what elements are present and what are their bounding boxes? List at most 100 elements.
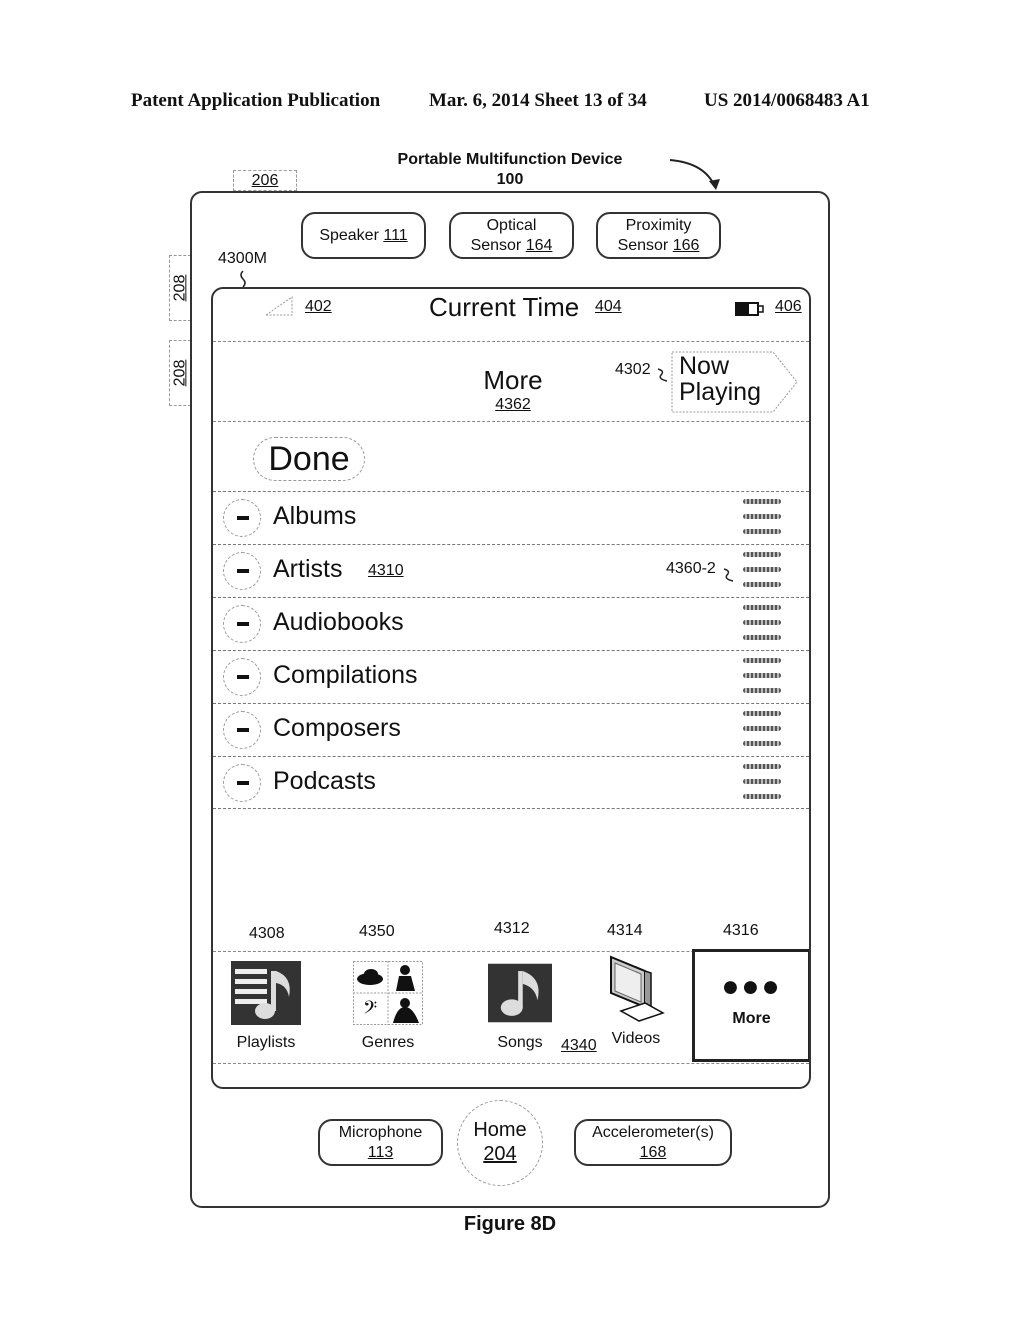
microphone-pill: Microphone 113 xyxy=(318,1119,443,1166)
delete-minus-icon[interactable] xyxy=(223,658,261,696)
music-note-icon xyxy=(488,963,552,1023)
screen-ref-leader-icon xyxy=(240,270,246,288)
side-button-upper[interactable]: 208 xyxy=(169,255,191,321)
delete-minus-icon[interactable] xyxy=(223,499,261,537)
now-playing-ref: 4302 xyxy=(615,361,651,378)
genres-icon: 𝄢 xyxy=(353,961,423,1025)
speaker-label: Speaker xyxy=(319,226,379,244)
genres-ref: 4350 xyxy=(359,923,395,940)
proximity-sensor-label2: Sensor xyxy=(617,236,669,254)
list-item-podcasts[interactable]: Podcasts xyxy=(213,756,809,809)
tab-playlists[interactable]: Playlists xyxy=(221,961,311,1052)
microphone-ref: 113 xyxy=(367,1143,394,1161)
tab-label: Playlists xyxy=(236,1034,296,1051)
now-playing-line1: Now xyxy=(679,352,730,380)
side-button-lower[interactable]: 208 xyxy=(169,340,191,406)
delete-minus-icon[interactable] xyxy=(223,764,261,802)
tab-songs[interactable]: Songs xyxy=(475,961,565,1052)
done-button[interactable]: Done xyxy=(253,437,365,481)
device-title: Portable Multifunction Device 100 xyxy=(360,150,660,190)
delete-minus-icon[interactable] xyxy=(223,711,261,749)
ref-206-label: 206 xyxy=(233,170,297,191)
optical-sensor-label: Optical xyxy=(486,216,537,234)
grip-ref-leader-icon xyxy=(723,568,734,582)
signal-strength-icon xyxy=(265,296,293,316)
optical-sensor-pill: Optical Sensor 164 xyxy=(449,212,574,259)
publication-type: Patent Application Publication xyxy=(131,90,381,111)
list-item-label: Composers xyxy=(273,714,401,742)
touch-screen: 402 Current Time 404 406 More 4362 4302 … xyxy=(211,287,811,1089)
time-ref: 404 xyxy=(595,298,622,315)
videos-ref: 4314 xyxy=(607,922,643,939)
proximity-sensor-ref: 166 xyxy=(672,236,700,254)
tab-label: More xyxy=(732,1010,771,1027)
list-item-label: Compilations xyxy=(273,661,418,689)
now-playing-label: Now Playing xyxy=(679,353,761,405)
battery-ref: 406 xyxy=(775,298,802,315)
screen-ref: 4300M xyxy=(218,250,267,267)
nav-title-text: More xyxy=(483,365,543,395)
accelerometer-pill: Accelerometer(s) 168 xyxy=(574,1119,732,1166)
optical-sensor-label2: Sensor xyxy=(470,236,522,254)
tv-icon xyxy=(610,955,665,1022)
signal-ref: 402 xyxy=(305,298,332,315)
list-item-label: Artists xyxy=(273,555,343,583)
tab-label: Genres xyxy=(361,1034,415,1051)
home-ref: 204 xyxy=(483,1143,517,1165)
nav-bar-divider xyxy=(213,341,809,342)
accelerometer-label: Accelerometer(s) xyxy=(592,1123,714,1141)
side-button-ref: 208 xyxy=(171,359,189,387)
device-pointer-arrow-icon xyxy=(669,159,720,190)
tab-more[interactable]: ●●● More xyxy=(692,949,809,1062)
tab-label: Songs xyxy=(497,1034,543,1051)
reorder-grip-icon[interactable] xyxy=(743,764,781,804)
speaker-ref: 111 xyxy=(383,226,408,244)
device-ref: 100 xyxy=(496,171,524,188)
reorder-grip-icon[interactable] xyxy=(743,499,781,539)
proximity-sensor-pill: Proximity Sensor 166 xyxy=(596,212,721,259)
now-playing-button[interactable]: Now Playing xyxy=(671,351,799,413)
device-title-text: Portable Multifunction Device xyxy=(397,151,623,168)
list-item-artists[interactable]: Artists 4310 4360-2 xyxy=(213,544,809,597)
accelerometer-ref: 168 xyxy=(639,1143,667,1161)
list-item-compilations[interactable]: Compilations xyxy=(213,650,809,703)
battery-icon xyxy=(735,302,764,316)
microphone-label: Microphone xyxy=(338,1123,423,1141)
list-item-composers[interactable]: Composers xyxy=(213,703,809,756)
reorder-grip-icon[interactable] xyxy=(743,658,781,698)
list-item-label: Albums xyxy=(273,502,357,530)
songs-ref: 4312 xyxy=(494,920,530,937)
more-ref: 4316 xyxy=(723,922,759,939)
now-playing-leader-icon xyxy=(657,368,668,382)
tab-bar-bottom-divider xyxy=(213,1063,809,1064)
nav-title: More 4362 xyxy=(453,365,573,414)
proximity-sensor-label: Proximity xyxy=(625,216,692,234)
list-item-audiobooks[interactable]: Audiobooks xyxy=(213,597,809,650)
playlist-icon xyxy=(231,961,301,1025)
ellipsis-icon: ●●● xyxy=(721,970,782,1003)
delete-minus-icon[interactable] xyxy=(223,552,261,590)
reorder-grip-icon[interactable] xyxy=(743,711,781,751)
grip-ref: 4360-2 xyxy=(666,560,716,577)
list-item-albums[interactable]: Albums xyxy=(213,491,809,544)
speaker-pill: Speaker 111 xyxy=(301,212,426,259)
list-item-label: Podcasts xyxy=(273,767,376,795)
now-playing-line2: Playing xyxy=(679,378,761,406)
reorder-grip-icon[interactable] xyxy=(743,605,781,645)
side-button-ref: 208 xyxy=(171,274,189,302)
tab-label: Videos xyxy=(611,1030,661,1047)
artists-ref: 4310 xyxy=(368,562,404,579)
reorder-grip-icon[interactable] xyxy=(743,552,781,592)
nav-bar-bottom-divider xyxy=(213,421,809,422)
nav-title-ref: 4362 xyxy=(495,396,531,413)
list-item-label: Audiobooks xyxy=(273,608,404,636)
svg-text:𝄢: 𝄢 xyxy=(363,998,377,1023)
playlists-ref: 4308 xyxy=(249,925,285,942)
home-label: Home xyxy=(473,1119,527,1141)
tab-genres[interactable]: 𝄢 Genres xyxy=(343,961,433,1052)
publication-date-sheet: Mar. 6, 2014 Sheet 13 of 34 xyxy=(429,90,647,111)
current-time: Current Time xyxy=(429,292,580,322)
home-button[interactable]: Home 204 xyxy=(457,1100,543,1186)
tab-videos[interactable]: Videos xyxy=(591,953,681,1048)
delete-minus-icon[interactable] xyxy=(223,605,261,643)
